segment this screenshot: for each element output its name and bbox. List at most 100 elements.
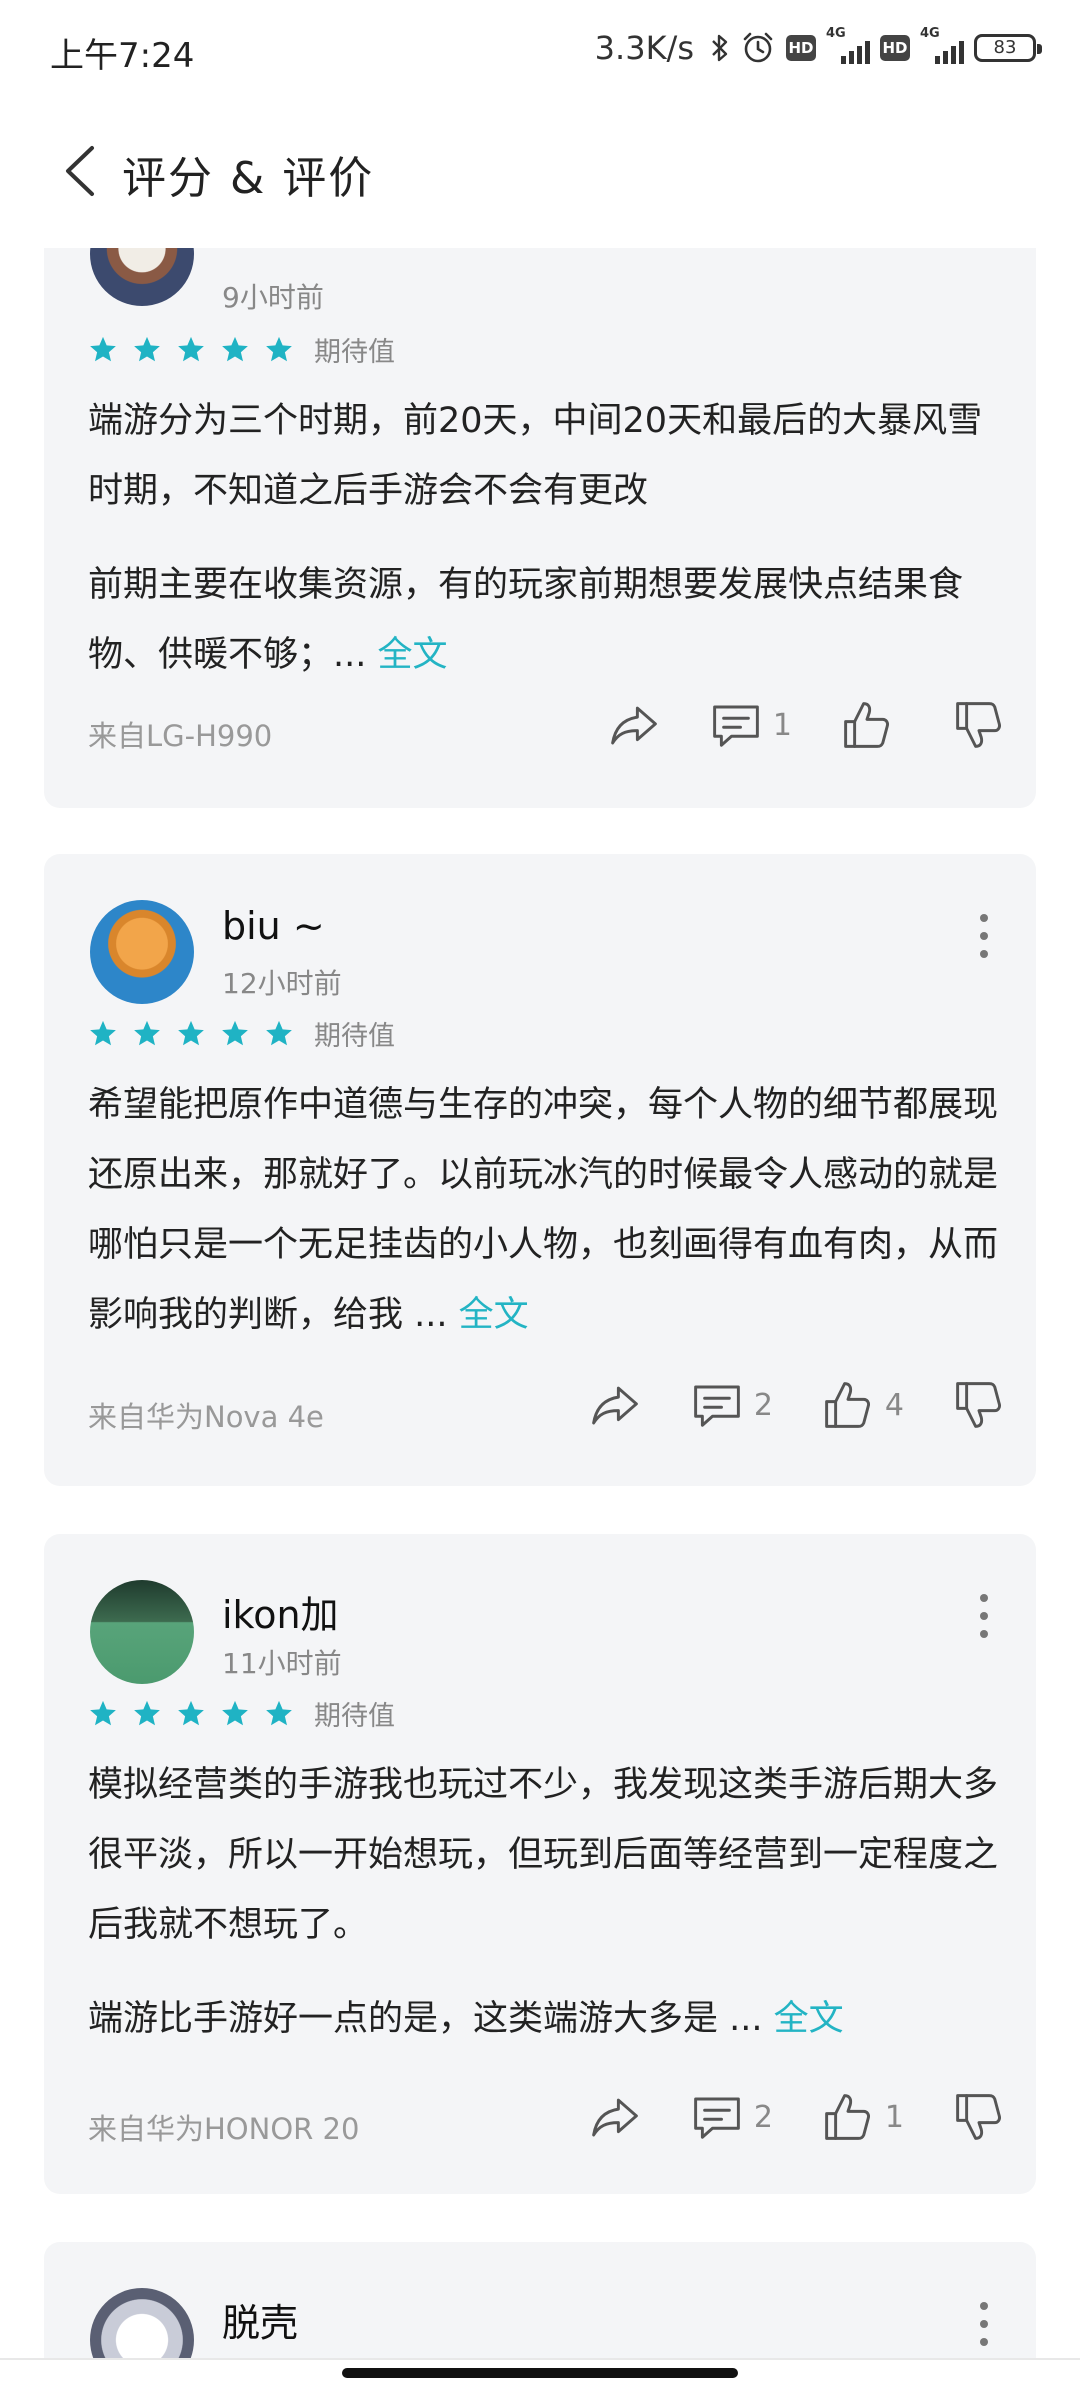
like-button[interactable]: 1 bbox=[821, 2090, 904, 2144]
username[interactable]: ikon加 bbox=[222, 1584, 339, 1639]
star-icon bbox=[178, 1700, 204, 1725]
star-icon bbox=[222, 1700, 248, 1725]
avatar[interactable] bbox=[90, 1580, 194, 1684]
header: 评分 & 评价 bbox=[0, 96, 1080, 248]
username[interactable]: biu ~ bbox=[222, 904, 325, 948]
more-options-button[interactable] bbox=[974, 906, 994, 966]
review-paragraph: 端游分为三个时期，前20天，中间20天和最后的大暴风雪时期，不知道之后手游会不会… bbox=[88, 401, 983, 511]
rating-tag: 期待值 bbox=[314, 1021, 395, 1052]
thumbs-up-icon bbox=[844, 702, 889, 748]
share-button[interactable] bbox=[607, 698, 661, 752]
review-paragraph: 前期主要在收集资源，有的玩家前期想要发展快点结果食物、供暖不够；... 全文 bbox=[88, 565, 964, 675]
device-label: 来自华为HONOR 20 bbox=[88, 2112, 360, 2146]
review-text[interactable]: 希望能把原作中道德与生存的冲突，每个人物的细节都展现还原出来，那就好了。以前玩冰… bbox=[88, 1070, 1008, 1350]
review-card: 9小时前 期待值 端游分为三个时期，前20天，中间20天和最后的大暴风雪时期，不… bbox=[44, 248, 1036, 808]
review-paragraph: 端游比手游好一点的是，这类端游大多是 ... 全文 bbox=[88, 1999, 844, 2039]
comment-count: 2 bbox=[753, 2099, 773, 2135]
share-icon bbox=[591, 2098, 638, 2137]
dislike-button[interactable] bbox=[952, 698, 1006, 752]
rating-stars: 期待值 bbox=[88, 1014, 395, 1053]
avatar[interactable] bbox=[90, 900, 194, 1004]
rating-tag: 期待值 bbox=[314, 337, 395, 368]
rating-stars: 期待值 bbox=[88, 330, 395, 369]
star-icon bbox=[266, 336, 292, 361]
full-text-link[interactable]: 全文 bbox=[459, 1295, 529, 1335]
review-actions: 2 1 bbox=[558, 2090, 1006, 2144]
comment-count: 2 bbox=[753, 1387, 773, 1423]
star-icon bbox=[90, 1020, 116, 1045]
review-card: biu ~ 12小时前 期待值 希望能把原作中道德与生存的冲突，每个人物的细节都… bbox=[44, 854, 1036, 1486]
avatar[interactable] bbox=[90, 248, 194, 306]
star-icon bbox=[134, 336, 160, 361]
full-text-link[interactable]: 全文 bbox=[378, 635, 448, 675]
star-icon bbox=[90, 1700, 116, 1725]
hd-badge: HD bbox=[786, 35, 816, 61]
more-options-button[interactable] bbox=[974, 2294, 994, 2354]
bottom-divider bbox=[0, 2358, 1080, 2360]
review-text[interactable]: 端游分为三个时期，前20天，中间20天和最后的大暴风雪时期，不知道之后手游会不会… bbox=[88, 386, 1008, 690]
comment-button[interactable]: 2 bbox=[690, 1378, 773, 1432]
full-text-link[interactable]: 全文 bbox=[774, 1999, 844, 2039]
comment-button[interactable]: 1 bbox=[709, 698, 792, 752]
star-icon bbox=[266, 1700, 292, 1725]
more-options-button[interactable] bbox=[974, 1586, 994, 1646]
star-icon bbox=[178, 1020, 204, 1045]
back-arrow-icon bbox=[66, 146, 94, 196]
alarm-icon bbox=[743, 32, 773, 63]
dislike-button[interactable] bbox=[952, 1378, 1006, 1432]
device-label: 来自LG-H990 bbox=[88, 719, 273, 753]
device-label: 来自华为Nova 4e bbox=[88, 1400, 324, 1434]
status-time: 上午7:24 bbox=[50, 36, 195, 76]
hd-badge-2: HD bbox=[880, 35, 910, 61]
thumbs-up-icon bbox=[825, 1382, 870, 1428]
star-icon bbox=[266, 1020, 292, 1045]
comment-icon bbox=[693, 1385, 740, 1427]
dislike-button[interactable] bbox=[952, 2090, 1006, 2144]
battery-icon: 83 bbox=[974, 34, 1042, 62]
thumbs-up-icon bbox=[825, 2094, 870, 2140]
bluetooth-icon bbox=[712, 34, 728, 62]
star-icon bbox=[178, 336, 204, 361]
reviews-list[interactable]: 9小时前 期待值 端游分为三个时期，前20天，中间20天和最后的大暴风雪时期，不… bbox=[0, 248, 1080, 2358]
review-time: 9小时前 bbox=[222, 281, 324, 314]
back-button[interactable] bbox=[54, 136, 114, 206]
review-time: 12小时前 bbox=[222, 967, 342, 1000]
like-button[interactable] bbox=[840, 698, 904, 752]
star-icon bbox=[222, 336, 248, 361]
like-count: 4 bbox=[884, 1387, 904, 1423]
comment-icon bbox=[693, 2097, 740, 2139]
comment-count: 1 bbox=[772, 707, 792, 743]
star-icon bbox=[222, 1020, 248, 1045]
comment-button[interactable]: 2 bbox=[690, 2090, 773, 2144]
review-card: 脱壳 bbox=[44, 2242, 1036, 2358]
share-icon bbox=[591, 1386, 638, 1425]
thumbs-down-icon bbox=[956, 1382, 1001, 1428]
home-indicator[interactable] bbox=[342, 2368, 738, 2378]
thumbs-down-icon bbox=[956, 2094, 1001, 2140]
comment-icon bbox=[713, 705, 759, 747]
username[interactable]: 脱壳 bbox=[222, 2292, 298, 2347]
network-speed: 3.3K/s bbox=[594, 29, 694, 67]
page-title: 评分 & 评价 bbox=[122, 153, 375, 204]
review-text[interactable]: 模拟经营类的手游我也玩过不少，我发现这类手游后期大多很平淡，所以一开始想玩，但玩… bbox=[88, 1750, 1008, 2054]
rating-stars: 期待值 bbox=[88, 1694, 395, 1733]
share-button[interactable] bbox=[588, 2090, 642, 2144]
review-time: 11小时前 bbox=[222, 1647, 342, 1680]
review-paragraph: 希望能把原作中道德与生存的冲突，每个人物的细节都展现还原出来，那就好了。以前玩冰… bbox=[88, 1085, 999, 1335]
status-bar: 上午7:24 3.3K/s HD 4G HD 4G 83 bbox=[0, 0, 1080, 96]
review-paragraph: 模拟经营类的手游我也玩过不少，我发现这类手游后期大多很平淡，所以一开始想玩，但玩… bbox=[88, 1765, 999, 1945]
share-icon bbox=[611, 706, 657, 745]
review-actions: 1 bbox=[577, 698, 1006, 752]
signal-icon: 4G bbox=[826, 26, 870, 66]
rating-tag: 期待值 bbox=[314, 1701, 395, 1732]
star-icon bbox=[90, 336, 116, 361]
status-icons: 3.3K/s HD 4G HD 4G 83 bbox=[594, 26, 1042, 70]
like-button[interactable]: 4 bbox=[821, 1378, 904, 1432]
signal-icon-2: 4G bbox=[920, 26, 964, 66]
review-actions: 2 4 bbox=[558, 1378, 1006, 1432]
avatar[interactable] bbox=[90, 2288, 194, 2358]
like-count: 1 bbox=[884, 2099, 904, 2135]
review-card: ikon加 11小时前 期待值 模拟经营类的手游我也玩过不少，我发现这类手游后期… bbox=[44, 1534, 1036, 2194]
share-button[interactable] bbox=[588, 1378, 642, 1432]
star-icon bbox=[134, 1700, 160, 1725]
